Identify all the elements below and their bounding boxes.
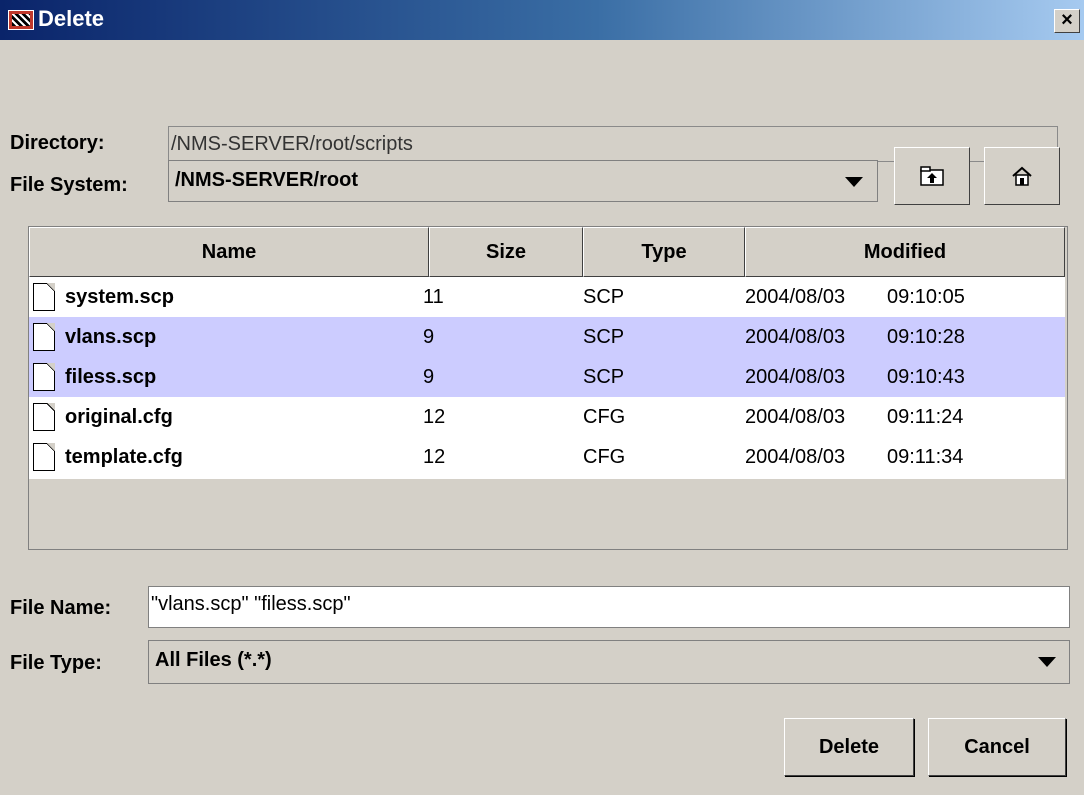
column-header-size[interactable]: Size: [429, 227, 583, 277]
cell-size: 11: [423, 286, 444, 308]
column-header-name[interactable]: Name: [29, 227, 429, 277]
home-button[interactable]: [984, 147, 1060, 205]
window-title: Delete: [38, 6, 105, 31]
file-system-value: /NMS-SERVER/root: [175, 169, 358, 191]
cell-name: original.cfg: [65, 406, 173, 428]
cell-type: CFG: [583, 446, 626, 468]
cell-type: SCP: [583, 366, 625, 388]
cell-time: 09:10:43: [887, 366, 965, 388]
table-row[interactable]: template.cfg 12 CFG 2004/08/03 09:11:34: [29, 437, 1065, 477]
cell-date: 2004/08/03: [745, 286, 846, 308]
cell-size: 9: [423, 366, 435, 388]
cell-time: 09:11:34: [887, 446, 964, 468]
column-header-type[interactable]: Type: [583, 227, 745, 277]
file-name-input[interactable]: "vlans.scp" "filess.scp": [148, 586, 1070, 628]
table-row[interactable]: system.scp 11 SCP 2004/08/03 09:10:05: [29, 277, 1065, 317]
file-name-label: File Name:: [10, 597, 112, 619]
table-body: system.scp 11 SCP 2004/08/03 09:10:05 vlans.s…: [29, 277, 1065, 479]
cell-name: filess.scp: [65, 366, 157, 388]
file-type-label: File Type:: [10, 652, 102, 674]
cell-type: CFG: [583, 406, 626, 428]
file-table[interactable]: Name Size Type Modified system.scp 11 SCP 2…: [28, 226, 1068, 550]
table-row[interactable]: filess.scp 9 SCP 2004/08/03 09:10:43: [29, 357, 1065, 397]
cell-size: 12: [423, 406, 446, 428]
chevron-down-icon[interactable]: [845, 177, 863, 187]
cell-name: template.cfg: [65, 446, 183, 468]
cell-date: 2004/08/03: [745, 366, 846, 388]
cell-size: 12: [423, 446, 446, 468]
file-type-value: All Files (*.*): [155, 649, 272, 671]
cell-date: 2004/08/03: [745, 406, 846, 428]
cell-time: 09:10:28: [887, 326, 965, 348]
table-row[interactable]: vlans.scp 9 SCP 2004/08/03 09:10:28: [29, 317, 1065, 357]
cell-time: 09:11:24: [887, 406, 964, 428]
app-icon: [8, 10, 34, 30]
cell-date: 2004/08/03: [745, 446, 846, 468]
up-folder-button[interactable]: [894, 147, 970, 205]
cancel-button[interactable]: Cancel: [928, 718, 1066, 776]
column-header-modified[interactable]: Modified: [745, 227, 1065, 277]
directory-label: Directory:: [10, 132, 105, 154]
home-icon: [1012, 166, 1032, 186]
up-folder-icon: [920, 166, 944, 186]
cell-name: vlans.scp: [65, 326, 157, 348]
file-system-combo[interactable]: /NMS-SERVER/root: [168, 160, 878, 202]
cell-time: 09:10:05: [887, 286, 965, 308]
file-system-label: File System:: [10, 174, 128, 196]
cell-type: SCP: [583, 286, 625, 308]
table-header: Name Size Type Modified: [29, 227, 1067, 277]
file-type-combo[interactable]: All Files (*.*): [148, 640, 1070, 684]
cell-name: system.scp: [65, 286, 174, 308]
close-button[interactable]: ×: [1054, 9, 1080, 33]
cell-date: 2004/08/03: [745, 326, 846, 348]
cell-size: 9: [423, 326, 435, 348]
table-row[interactable]: original.cfg 12 CFG 2004/08/03 09:11:24: [29, 397, 1065, 437]
delete-button[interactable]: Delete: [784, 718, 914, 776]
chevron-down-icon[interactable]: [1038, 657, 1056, 667]
title-bar[interactable]: Delete ×: [0, 0, 1084, 40]
cell-type: SCP: [583, 326, 625, 348]
